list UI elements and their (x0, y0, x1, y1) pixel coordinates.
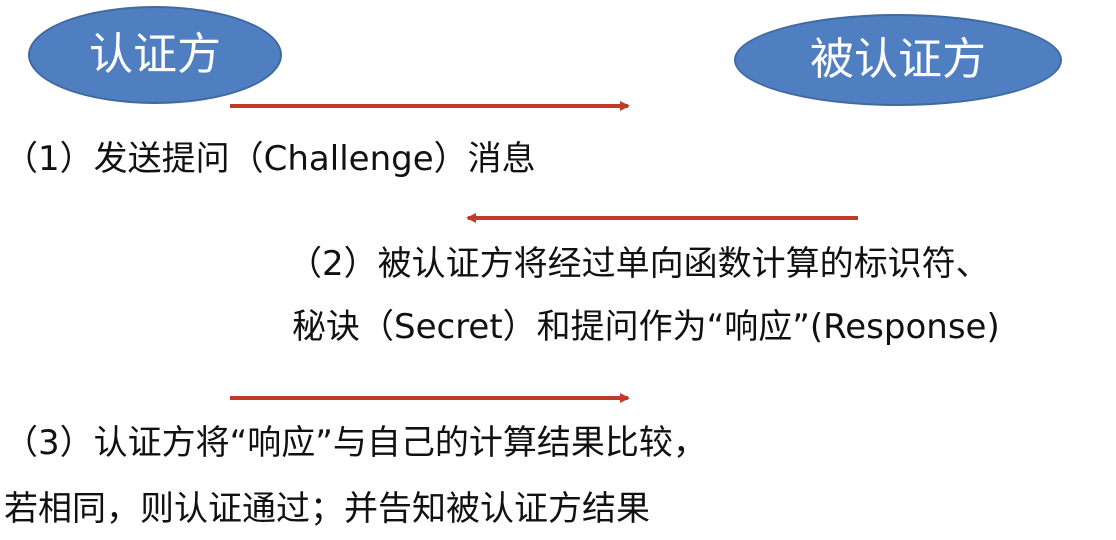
step3-text-line2: 若相同，则认证通过；并告知被认证方结果 (4, 489, 650, 529)
step3-text-line1: （3）认证方将“响应”与自己的计算结果比较， (4, 423, 707, 463)
step1-text: （1）发送提问（Challenge）消息 (4, 139, 536, 179)
step2-text-line1: （2）被认证方将经过单向函数计算的标识符、 (288, 244, 990, 284)
step2-text-line2: 秘诀（Secret）和提问作为“响应”(Response) (292, 307, 1000, 347)
